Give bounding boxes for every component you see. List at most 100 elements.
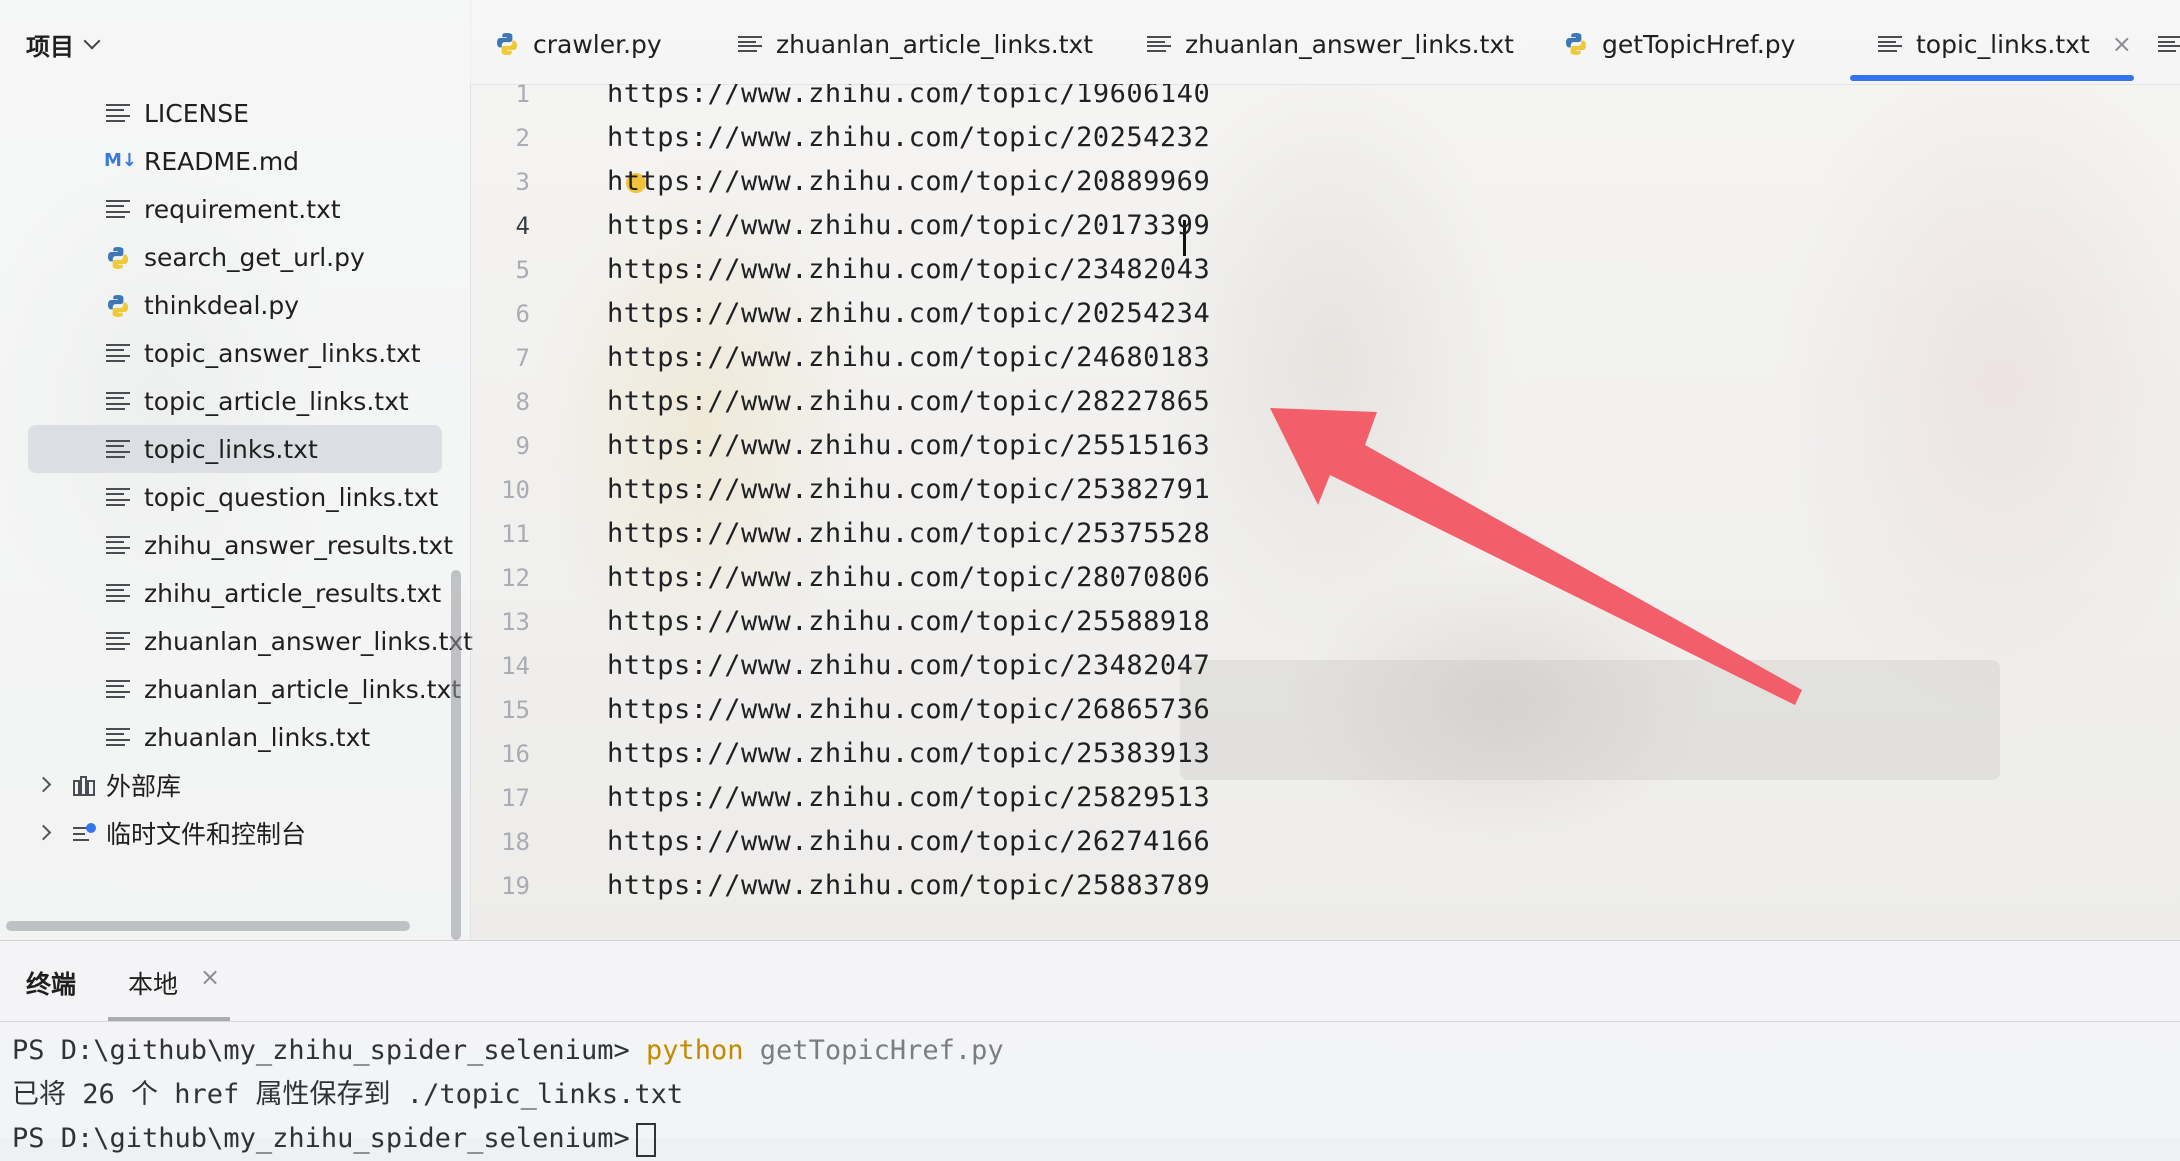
active-tab-indicator [1850, 75, 2134, 81]
close-icon[interactable]: × [200, 963, 220, 991]
code-text: https://www.zhihu.com/topic/23482047 [607, 650, 1211, 681]
file-label: requirement.txt [144, 194, 341, 224]
code-line: 7 https://www.zhihu.com/topic/24680183 [470, 336, 2180, 380]
file-item[interactable]: zhuanlan_answer_links.txt [28, 617, 473, 665]
terminal-tab-indicator [108, 1017, 230, 1021]
sidebar-vertical-scrollbar[interactable] [451, 570, 461, 940]
text-file-icon [106, 438, 130, 460]
terminal-tab-bar: 终端 本地 × [0, 941, 2180, 1022]
text-file-icon [738, 34, 762, 54]
tab-overflow[interactable] [2158, 24, 2180, 64]
tab-zhuanlan-article-links[interactable]: zhuanlan_article_links.txt [738, 24, 1093, 64]
code-text: https://www.zhihu.com/topic/26274166 [607, 826, 1211, 857]
tab-label: zhuanlan_article_links.txt [776, 29, 1094, 59]
line-number: 2 [515, 124, 530, 152]
tab-topic-links[interactable]: topic_links.txt × [1878, 24, 2132, 64]
file-item[interactable]: topic_question_links.txt [28, 473, 442, 521]
terminal-line: 已将 26 个 href 属性保存到 ./topic_links.txt [12, 1073, 1004, 1117]
code-text: https://www.zhihu.com/topic/23482043 [607, 254, 1211, 285]
line-number: 13 [501, 608, 530, 636]
line-number: 17 [501, 784, 530, 812]
code-text: https://www.zhihu.com/topic/28070806 [607, 562, 1211, 593]
code-text: https://www.zhihu.com/topic/20173399 [607, 210, 1211, 241]
file-label: thinkdeal.py [144, 290, 300, 320]
code-line: 2 https://www.zhihu.com/topic/20254232 [470, 116, 2180, 160]
file-item[interactable]: requirement.txt [28, 185, 442, 233]
terminal-tab-local[interactable]: 本地 [128, 965, 178, 1001]
line-number: 3 [515, 168, 530, 196]
chevron-right-icon[interactable] [35, 824, 52, 841]
scratches-icon [72, 822, 98, 844]
line-number: 18 [501, 828, 530, 856]
file-item[interactable]: topic_article_links.txt [28, 377, 442, 425]
line-number: 9 [515, 432, 530, 460]
code-text: https://www.zhihu.com/topic/28227865 [607, 386, 1211, 417]
text-file-icon [106, 486, 130, 508]
line-number: 14 [501, 652, 530, 680]
code-line: 6 https://www.zhihu.com/topic/20254234 [470, 292, 2180, 336]
sidebar-horizontal-scrollbar[interactable] [6, 921, 410, 931]
file-label: LICENSE [144, 98, 249, 128]
line-number: 12 [501, 564, 530, 592]
terminal-prompt: PS D:\github\my_zhihu_spider_selenium> [12, 1123, 630, 1154]
file-item[interactable]: topic_links.txt [28, 425, 442, 473]
file-item[interactable]: zhihu_answer_results.txt [28, 521, 453, 569]
tab-zhuanlan-answer-links[interactable]: zhuanlan_answer_links.txt [1147, 24, 1514, 64]
tree-node[interactable]: 临时文件和控制台 [28, 809, 442, 857]
python-file-icon [106, 294, 130, 317]
text-file-icon [106, 102, 130, 124]
line-number: 5 [515, 256, 530, 284]
tree-label: 外部库 [106, 772, 182, 801]
close-icon[interactable]: × [2112, 30, 2132, 58]
code-text: https://www.zhihu.com/topic/25375528 [607, 518, 1211, 549]
file-label: zhuanlan_links.txt [144, 722, 371, 752]
file-item[interactable]: zhuanlan_article_links.txt [28, 665, 461, 713]
code-text: https://www.zhihu.com/topic/20889969 [607, 166, 1211, 197]
text-file-icon [106, 390, 130, 412]
line-number: 16 [501, 740, 530, 768]
chevron-down-icon[interactable] [83, 32, 101, 50]
line-number: 10 [501, 476, 530, 504]
tab-label: zhuanlan_answer_links.txt [1185, 29, 1514, 59]
tab-label: crawler.py [533, 29, 662, 59]
terminal-command-arg: getTopicHref.py [759, 1035, 1004, 1066]
file-label: topic_links.txt [144, 434, 318, 464]
text-file-icon [2158, 34, 2180, 54]
project-sidebar: 项目 LICENSE M↓ README.md requirement.txt sear… [0, 0, 473, 940]
line-number: 8 [515, 388, 530, 416]
text-file-icon [1147, 34, 1171, 54]
file-label: zhuanlan_answer_links.txt [144, 626, 473, 656]
code-line: 1 https://www.zhihu.com/topic/19606140 [470, 84, 2180, 116]
terminal-command: python [645, 1035, 744, 1066]
file-label: zhuanlan_article_links.txt [144, 674, 462, 704]
file-item[interactable]: search_get_url.py [28, 233, 442, 281]
terminal-panel: 终端 本地 × PS D:\github\my_zhihu_spider_sel… [0, 940, 2180, 1157]
project-header[interactable]: 项目 [26, 26, 101, 62]
terminal-output[interactable]: PS D:\github\my_zhihu_spider_selenium> p… [12, 1029, 1004, 1161]
line-number: 11 [501, 520, 530, 548]
text-file-icon [1878, 34, 1902, 54]
line-number: 19 [501, 872, 530, 900]
file-item[interactable]: thinkdeal.py [28, 281, 442, 329]
code-text: https://www.zhihu.com/topic/25382791 [607, 474, 1211, 505]
chevron-right-icon[interactable] [35, 776, 52, 793]
tab-gettopichref-py[interactable]: getTopicHref.py [1564, 24, 1795, 64]
file-label: README.md [144, 146, 300, 176]
tab-crawler-py[interactable]: crawler.py [495, 24, 662, 64]
tree-node[interactable]: 外部库 [28, 761, 442, 809]
code-text: https://www.zhihu.com/topic/24680183 [607, 342, 1211, 373]
file-item[interactable]: zhihu_article_results.txt [28, 569, 442, 617]
terminal-cursor [635, 1122, 656, 1157]
text-file-icon [106, 630, 130, 652]
code-text: https://www.zhihu.com/topic/20254234 [607, 298, 1211, 329]
text-file-icon [106, 726, 130, 748]
file-item[interactable]: zhuanlan_links.txt [28, 713, 442, 761]
code-text: https://www.zhihu.com/topic/25829513 [607, 782, 1211, 813]
editor-tab-bar: crawler.py zhuanlan_article_links.txt zh… [470, 0, 2180, 85]
line-number: 15 [501, 696, 530, 724]
tree-label: 临时文件和控制台 [106, 820, 307, 849]
file-item[interactable]: LICENSE [28, 89, 442, 137]
python-file-icon [1564, 32, 1588, 56]
file-item[interactable]: M↓ README.md [28, 137, 442, 185]
file-item[interactable]: topic_answer_links.txt [28, 329, 442, 377]
